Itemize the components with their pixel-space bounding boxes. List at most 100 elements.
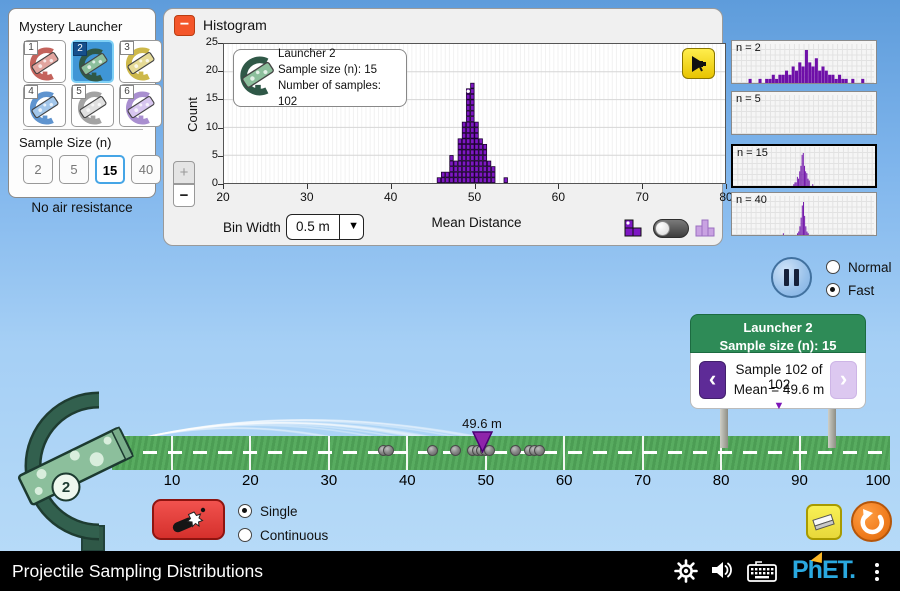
field-line-70 <box>642 436 644 470</box>
pause-icon <box>794 269 799 286</box>
mini-histogram-n40[interactable]: n = 40 <box>731 192 877 236</box>
sim-title: Projectile Sampling Distributions <box>12 551 263 591</box>
launcher-number: 1 <box>24 41 38 55</box>
field-line-30 <box>328 436 330 470</box>
field-line-40 <box>406 436 408 470</box>
radio-button[interactable] <box>238 504 252 518</box>
field-tick-label-10: 10 <box>152 472 192 489</box>
y-tick-label-10: 10 <box>192 121 218 133</box>
billboard-post <box>720 408 728 448</box>
sample-size-button-15[interactable]: 15 <box>95 155 125 184</box>
bin-width-dropdown[interactable]: 0.5 m ▼ <box>286 214 364 240</box>
radio-button[interactable] <box>826 283 840 297</box>
launcher-number: 3 <box>120 41 134 55</box>
projectile-ball <box>427 445 438 456</box>
field-tick-label-60: 60 <box>544 472 584 489</box>
phet-logo[interactable]: PhET. <box>792 556 855 585</box>
y-tick-mark <box>218 99 223 100</box>
launcher-button-6[interactable]: 6 <box>119 84 162 127</box>
megaphone-icon <box>689 55 708 73</box>
mini-histogram-label: n = 2 <box>736 42 761 54</box>
chevron-down-icon: ▼ <box>348 220 359 232</box>
info-line-num-samples: Number of samples: 102 <box>278 80 381 108</box>
keyboard-icon[interactable] <box>746 559 778 583</box>
launcher-icon <box>238 56 278 101</box>
x-tick-label-30: 30 <box>292 190 322 204</box>
launcher-button-4[interactable]: 4 <box>23 84 66 127</box>
sample-size-label: Sample Size (n) <box>19 135 111 150</box>
mini-histogram-n5[interactable]: n = 5 <box>731 91 877 135</box>
y-tick-label-15: 15 <box>192 92 218 104</box>
mean-marker-glyph: ▼ <box>774 400 785 412</box>
histogram-view-toggle[interactable] <box>653 219 689 238</box>
reset-arrow-icon <box>859 509 885 535</box>
launcher-button-5[interactable]: 5 <box>71 84 114 127</box>
launcher-number: 5 <box>72 85 86 99</box>
mean-marker-label: 49.6 m <box>452 416 512 431</box>
menu-dots-icon[interactable] <box>875 560 879 584</box>
blocks-view-icon <box>622 215 646 239</box>
mean-marker-icon <box>472 431 493 453</box>
reset-all-button[interactable] <box>851 501 892 542</box>
projectile-ball <box>450 445 461 456</box>
speed-radio-fast[interactable]: Fast <box>826 280 874 300</box>
y-tick-mark <box>218 71 223 72</box>
mode-radio-continuous[interactable]: Continuous <box>238 525 328 545</box>
launcher-button-3[interactable]: 3 <box>119 40 162 83</box>
info-line-launcher: Launcher 2 <box>278 48 336 60</box>
x-tick-label-70: 70 <box>627 190 657 204</box>
launcher-number: 2 <box>73 42 87 56</box>
mystery-launcher-panel: Mystery Launcher 1 2 3 <box>8 8 156 198</box>
sound-icon[interactable] <box>711 559 733 581</box>
sonification-button[interactable] <box>682 48 715 79</box>
launcher-icon <box>238 56 278 96</box>
panel-title: Mystery Launcher <box>19 19 122 34</box>
x-tick-mark <box>307 184 308 189</box>
pause-button[interactable] <box>771 257 812 298</box>
x-tick-mark <box>223 184 224 189</box>
next-sample-button[interactable]: › <box>830 361 857 399</box>
x-tick-mark <box>642 184 643 189</box>
mini-histogram-n2[interactable]: n = 2 <box>731 40 877 84</box>
gear-icon[interactable] <box>674 559 698 583</box>
radio-button[interactable] <box>238 528 252 542</box>
launcher-button-2[interactable]: 2 <box>71 40 114 83</box>
sample-info-box: Launcher 2 Sample size (n): 15 Number of… <box>233 49 407 107</box>
x-tick-label-20: 20 <box>208 190 238 204</box>
y-tick-label-0: 0 <box>192 177 218 189</box>
mode-radio-single[interactable]: Single <box>238 501 298 521</box>
sample-size-button-40[interactable]: 40 <box>131 155 161 184</box>
mean-value: Mean = 49.6 m <box>734 382 824 397</box>
phet-logo-text: PhET. <box>792 556 855 584</box>
eraser-button[interactable] <box>806 504 842 540</box>
no-air-resistance-text: No air resistance <box>8 200 156 215</box>
field-line-20 <box>249 436 251 470</box>
y-tick-mark <box>218 128 223 129</box>
bin-width-label: Bin Width <box>223 220 281 235</box>
x-tick-mark <box>475 184 476 189</box>
field-line-60 <box>563 436 565 470</box>
eraser-icon <box>811 512 837 532</box>
divider <box>339 215 340 239</box>
mini-histogram-n15[interactable]: n = 15 <box>731 144 877 188</box>
sample-size-button-5[interactable]: 5 <box>59 155 89 184</box>
sample-size-button-2[interactable]: 2 <box>23 155 53 184</box>
launcher-number-badge: 2 <box>62 479 70 496</box>
billboard-post <box>828 408 836 448</box>
divider <box>23 129 143 130</box>
previous-sample-button[interactable]: ‹ <box>699 361 726 399</box>
pause-icon <box>784 269 789 286</box>
mini-histogram-label: n = 15 <box>737 147 768 159</box>
toggle-knob[interactable] <box>655 221 670 236</box>
collapse-button[interactable]: − <box>174 15 195 36</box>
launch-button[interactable] <box>152 499 225 540</box>
speed-radio-normal[interactable]: Normal <box>826 257 892 277</box>
radio-button[interactable] <box>826 260 840 274</box>
x-axis-label: Mean Distance <box>414 215 539 230</box>
field-tick-label-80: 80 <box>701 472 741 489</box>
billboard-body: ‹ Sample 102 of 102 Mean = 49.6 m ▼ › <box>690 353 866 409</box>
billboard-header: Launcher 2 Sample size (n): 15 <box>690 314 866 353</box>
y-tick-label-20: 20 <box>192 64 218 76</box>
launcher-button-1[interactable]: 1 <box>23 40 66 83</box>
radio-label: Continuous <box>260 528 328 543</box>
